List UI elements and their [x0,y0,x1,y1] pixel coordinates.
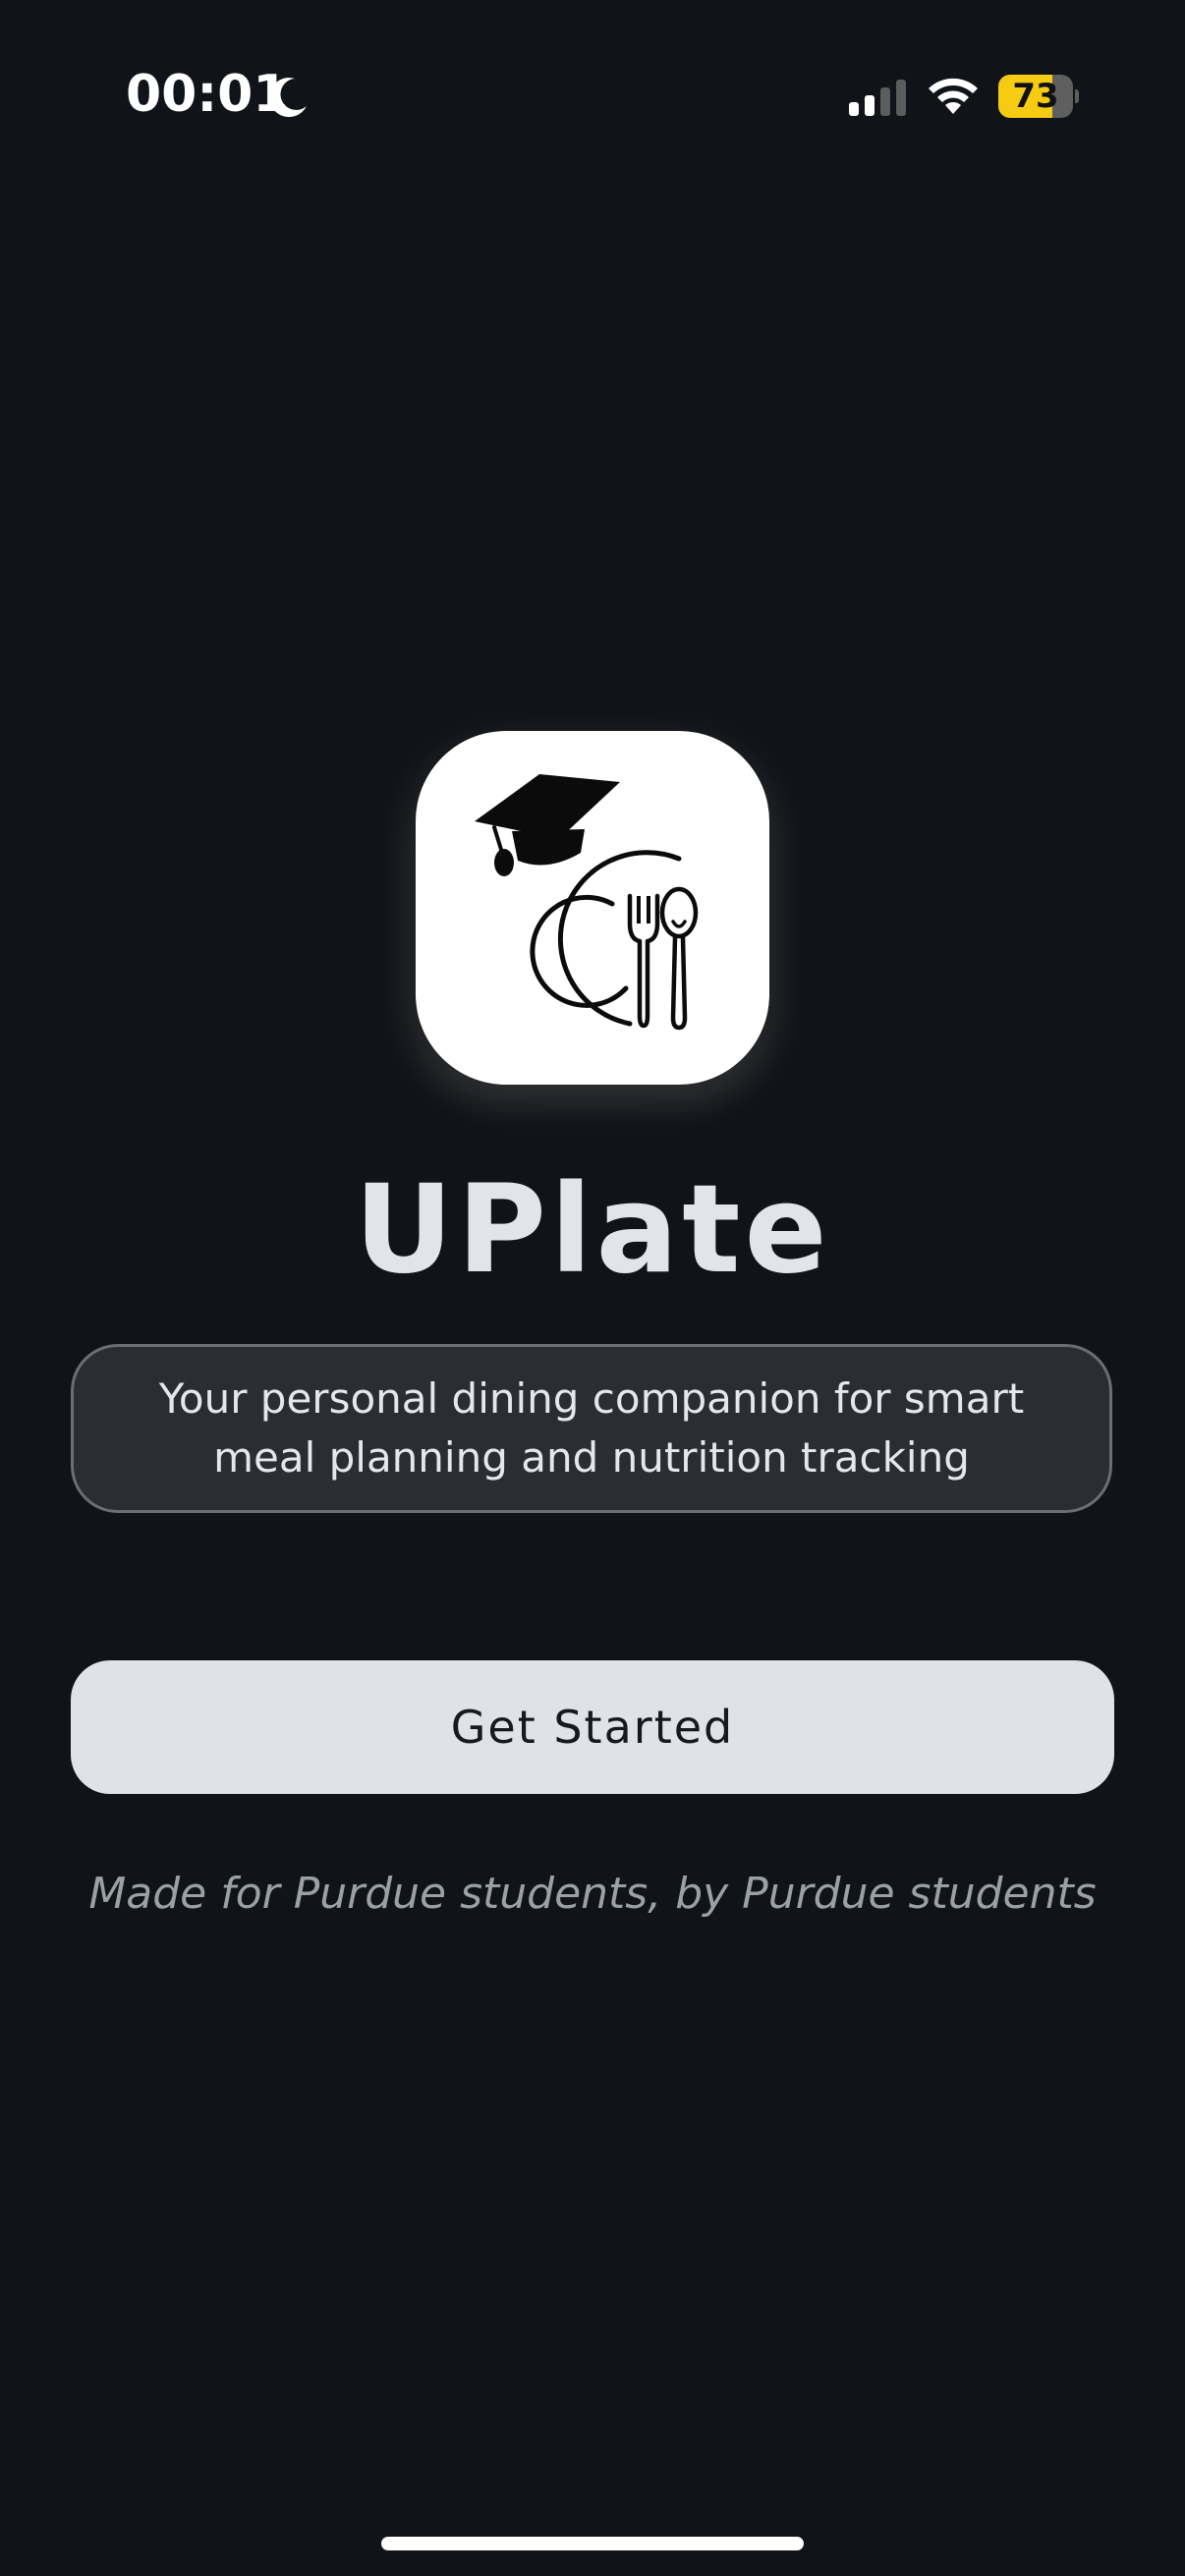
battery-indicator: 73 [998,75,1079,118]
graduation-cap-plate-cutlery-icon [475,774,699,1031]
app-title: UPlate [354,1159,831,1301]
get-started-button[interactable]: Get Started [71,1660,1114,1794]
battery-nub [1075,89,1079,103]
status-time: 00:01 [126,65,289,124]
footer-note: Made for Purdue students, by Purdue stud… [88,1869,1097,1919]
battery-percent: 73 [1012,77,1059,116]
wifi-icon [929,78,978,114]
home-indicator[interactable] [381,2537,804,2550]
cellular-signal-icon [849,80,906,116]
app-logo [416,731,769,1085]
battery-body: 73 [998,75,1073,118]
tagline-card: Your personal dining companion for smart… [71,1344,1112,1513]
welcome-screen: 00:01 73 UPlate Your personal dining com… [0,0,1185,2576]
moon-icon [269,78,307,118]
status-bar: 00:01 73 [0,0,1185,138]
tagline-text: Your personal dining companion for smart… [158,1374,1025,1482]
